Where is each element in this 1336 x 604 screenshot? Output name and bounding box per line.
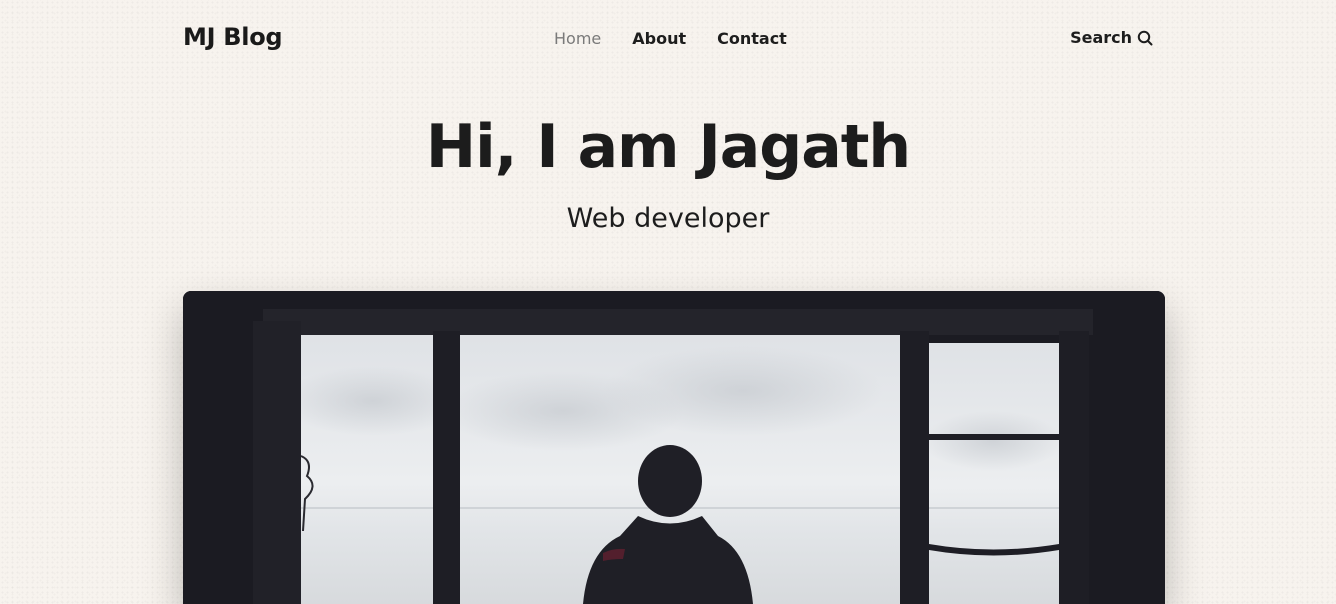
- page: MJ Blog Home About Contact Search Hi, I …: [0, 0, 1336, 604]
- search-icon: [1137, 30, 1153, 46]
- search-button[interactable]: Search: [1070, 28, 1153, 47]
- main-nav: Home About Contact: [554, 29, 818, 48]
- hero-image: [183, 291, 1165, 604]
- nav-about-link[interactable]: About: [632, 29, 686, 48]
- hero-subtitle: Web developer: [566, 203, 770, 234]
- search-label: Search: [1070, 28, 1132, 47]
- nav-contact-link[interactable]: Contact: [717, 29, 787, 48]
- nav-home-link[interactable]: Home: [554, 29, 601, 48]
- site-logo[interactable]: MJ Blog: [183, 23, 283, 51]
- site-header: MJ Blog Home About Contact Search: [183, 20, 1153, 58]
- hero-title: Hi, I am Jagath: [425, 112, 911, 182]
